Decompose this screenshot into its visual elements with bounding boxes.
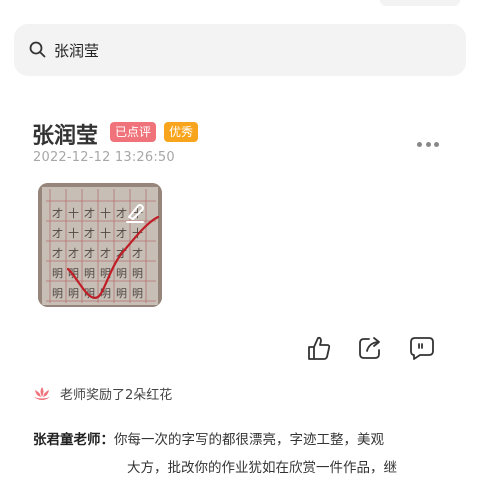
reward-text: 老师奖励了2朵红花	[60, 388, 173, 403]
top-bar-edge	[380, 0, 460, 6]
comment-line-2: 大方，批改你的作业犹如在欣赏一件作品，继	[127, 460, 397, 476]
comment-author: 张君童老师：	[33, 432, 114, 448]
reviewed-badge: 已点评	[110, 122, 157, 142]
like-icon[interactable]	[305, 334, 333, 362]
teacher-comment: 张君童老师：你每一次的字写的都很漂亮，字迹工整，美观 大方，批改你的作业犹如在欣…	[33, 426, 453, 480]
search-input[interactable]: 张润莹	[54, 40, 99, 61]
excellent-badge: 优秀	[164, 122, 199, 142]
lotus-icon	[34, 386, 50, 400]
action-bar	[0, 332, 480, 366]
more-options-icon[interactable]	[417, 142, 439, 148]
annotate-pen-icon[interactable]	[121, 198, 149, 226]
post-timestamp: 2022-12-12 13:26:50	[33, 150, 175, 165]
comment-icon[interactable]	[408, 334, 436, 362]
reward-row: 老师奖励了2朵红花	[32, 384, 172, 403]
comment-line-1: 你每一次的字写的都很漂亮，字迹工整，美观	[114, 432, 384, 448]
share-icon[interactable]	[356, 334, 384, 362]
student-name: 张润莹	[32, 124, 99, 149]
search-icon	[29, 41, 46, 58]
search-bar[interactable]: 张润莹	[14, 24, 466, 76]
